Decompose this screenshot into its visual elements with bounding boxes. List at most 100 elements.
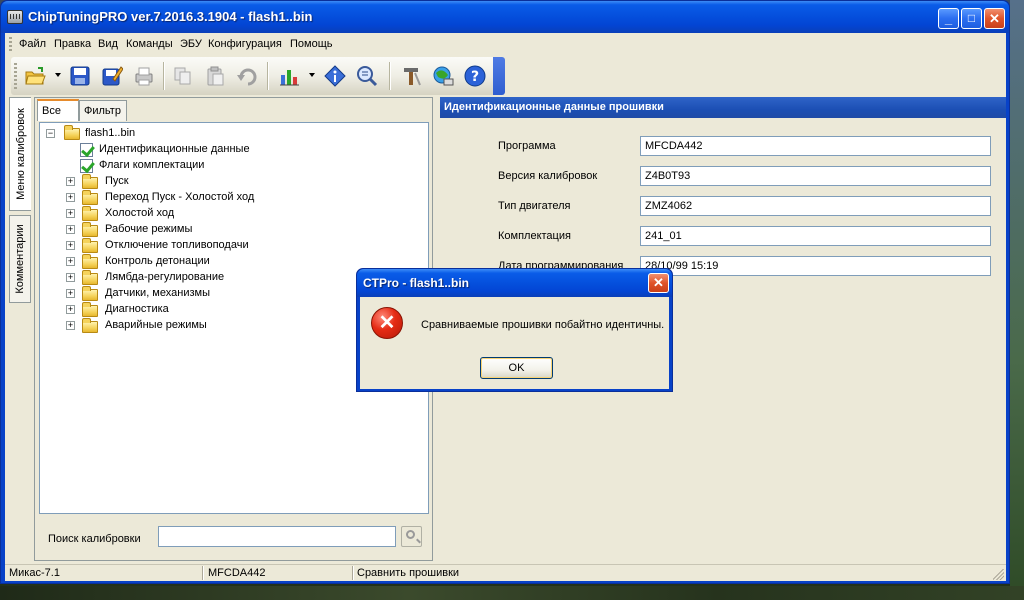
tree-item-identification[interactable]: Идентификационные данные (80, 142, 380, 158)
tree-folder-operating-modes[interactable]: + Рабочие режимы (66, 222, 406, 238)
tree-item-flags[interactable]: Флаги комплектации (80, 158, 380, 174)
tree-folder-emergency[interactable]: + Аварийные режимы (66, 318, 406, 334)
tools-button[interactable] (397, 62, 425, 90)
expand-toggle[interactable]: + (66, 305, 75, 314)
menu-commands[interactable]: Команды (126, 38, 173, 50)
expand-toggle[interactable]: + (66, 209, 75, 218)
engine-type-field[interactable]: ZMZ4062 (640, 196, 991, 216)
menu-ecu[interactable]: ЭБУ (180, 38, 202, 50)
tree-folder-label: Отключение топливоподачи (105, 239, 249, 251)
tree-folder-label: Аварийные режимы (105, 319, 207, 331)
calibration-version-field[interactable]: Z4B0T93 (640, 166, 991, 186)
menu-edit[interactable]: Правка (54, 38, 91, 50)
message-dialog: CTPro - flash1..bin ✕ ✕ Сравниваемые про… (356, 268, 673, 392)
tree-folder-sensors[interactable]: + Датчики, механизмы (66, 286, 406, 302)
expand-toggle[interactable]: + (66, 177, 75, 186)
app-icon[interactable] (7, 10, 23, 24)
folder-open-icon (64, 125, 80, 140)
status-action: Сравнить прошивки (357, 567, 460, 579)
side-tab-comments[interactable]: Комментарии (9, 215, 31, 303)
tree-folder-label: Переход Пуск - Холостой ход (105, 191, 255, 203)
expand-toggle[interactable]: + (66, 257, 75, 266)
expand-toggle[interactable]: + (66, 241, 75, 250)
tree-folder-fuel-cutoff[interactable]: + Отключение топливоподачи (66, 238, 406, 254)
close-button[interactable]: ✕ (984, 8, 1005, 29)
folder-icon (82, 174, 98, 189)
network-button[interactable] (429, 62, 457, 90)
tree-folder-start[interactable]: + Пуск (66, 174, 406, 190)
menu-configuration[interactable]: Конфигурация (208, 38, 282, 50)
folder-icon (82, 238, 98, 253)
info-button[interactable] (321, 62, 349, 90)
ok-button[interactable]: OK (480, 357, 553, 379)
chart-icon (280, 70, 299, 86)
expand-toggle[interactable]: + (66, 273, 75, 282)
open-dropdown-arrow[interactable] (55, 73, 61, 77)
program-field[interactable]: MFCDA442 (640, 136, 991, 156)
print-button[interactable] (130, 62, 158, 90)
toolbar-overflow-chevron[interactable] (493, 57, 505, 95)
expand-toggle[interactable]: + (66, 193, 75, 202)
menu-help[interactable]: Помощь (290, 38, 333, 50)
open-button[interactable] (21, 62, 49, 90)
menu-view[interactable]: Вид (98, 38, 118, 50)
network-icon (433, 66, 454, 86)
expand-toggle[interactable]: + (66, 225, 75, 234)
expand-toggle[interactable]: + (66, 321, 75, 330)
expand-toggle[interactable]: + (66, 289, 75, 298)
help-button[interactable]: ? (461, 62, 489, 90)
tab-filter[interactable]: Фильтр (79, 100, 127, 121)
tree-folder-label: Лямбда-регулирование (105, 271, 225, 283)
search-input[interactable] (158, 526, 396, 547)
save-button[interactable] (66, 62, 94, 90)
search-button[interactable] (401, 526, 422, 547)
minimize-button[interactable]: _ (938, 8, 959, 29)
paste-button[interactable] (201, 62, 229, 90)
tree-folder-idle[interactable]: + Холостой ход (66, 206, 406, 222)
toolbar-grip[interactable] (14, 63, 17, 89)
tree-folder-start-idle[interactable]: + Переход Пуск - Холостой ход (66, 190, 406, 206)
folder-icon (82, 302, 98, 317)
tree-folder-knock-control[interactable]: + Контроль детонации (66, 254, 406, 270)
toolbar-separator (389, 62, 391, 90)
side-tab-calibration-menu[interactable]: Меню калибровок (9, 97, 31, 211)
resize-grip[interactable] (993, 569, 1004, 580)
open-folder-icon (25, 67, 46, 85)
checked-document-icon (80, 143, 93, 157)
error-icon: ✕ (371, 307, 403, 339)
svg-text:?: ? (471, 69, 479, 85)
collapse-toggle[interactable]: − (46, 129, 55, 138)
desktop-edge-right (1010, 0, 1024, 600)
title-bar[interactable]: ChipTuningPRO ver.7.2016.3.1904 - flash1… (1, 1, 1009, 33)
folder-icon (82, 318, 98, 333)
dialog-close-button[interactable]: ✕ (648, 273, 669, 293)
tree-root[interactable]: − flash1..bin (46, 125, 246, 142)
compare-icon (357, 66, 378, 87)
search-label: Поиск калибровки (48, 533, 141, 545)
checked-document-icon (80, 159, 93, 173)
tree-folder-diagnostics[interactable]: + Диагностика (66, 302, 406, 318)
undo-button[interactable] (233, 62, 261, 90)
maximize-button[interactable]: □ (961, 8, 982, 29)
copy-button[interactable] (169, 62, 197, 90)
dialog-message: Сравниваемые прошивки побайтно идентичны… (421, 319, 665, 331)
menu-grip[interactable] (9, 37, 12, 51)
programming-date-field[interactable]: 28/10/99 15:19 (640, 256, 991, 276)
tree-folder-lambda[interactable]: + Лямбда-регулирование (66, 270, 406, 286)
chart-button[interactable] (275, 62, 303, 90)
folder-icon (82, 286, 98, 301)
toolbar-separator (267, 62, 269, 90)
status-ecu-type: Микас-7.1 (9, 567, 60, 579)
field-label-program: Программа (498, 140, 556, 152)
chart-dropdown-arrow[interactable] (309, 73, 315, 77)
field-label-engine-type: Тип двигателя (498, 200, 571, 212)
compare-button[interactable] (353, 62, 381, 90)
dialog-title-bar[interactable]: CTPro - flash1..bin ✕ (357, 269, 672, 297)
save-as-icon (102, 66, 123, 86)
tab-all[interactable]: Все (37, 99, 79, 121)
configuration-field[interactable]: 241_01 (640, 226, 991, 246)
save-as-button[interactable] (98, 62, 126, 90)
folder-icon (82, 206, 98, 221)
folder-icon (82, 254, 98, 269)
menu-file[interactable]: Файл (19, 38, 46, 50)
